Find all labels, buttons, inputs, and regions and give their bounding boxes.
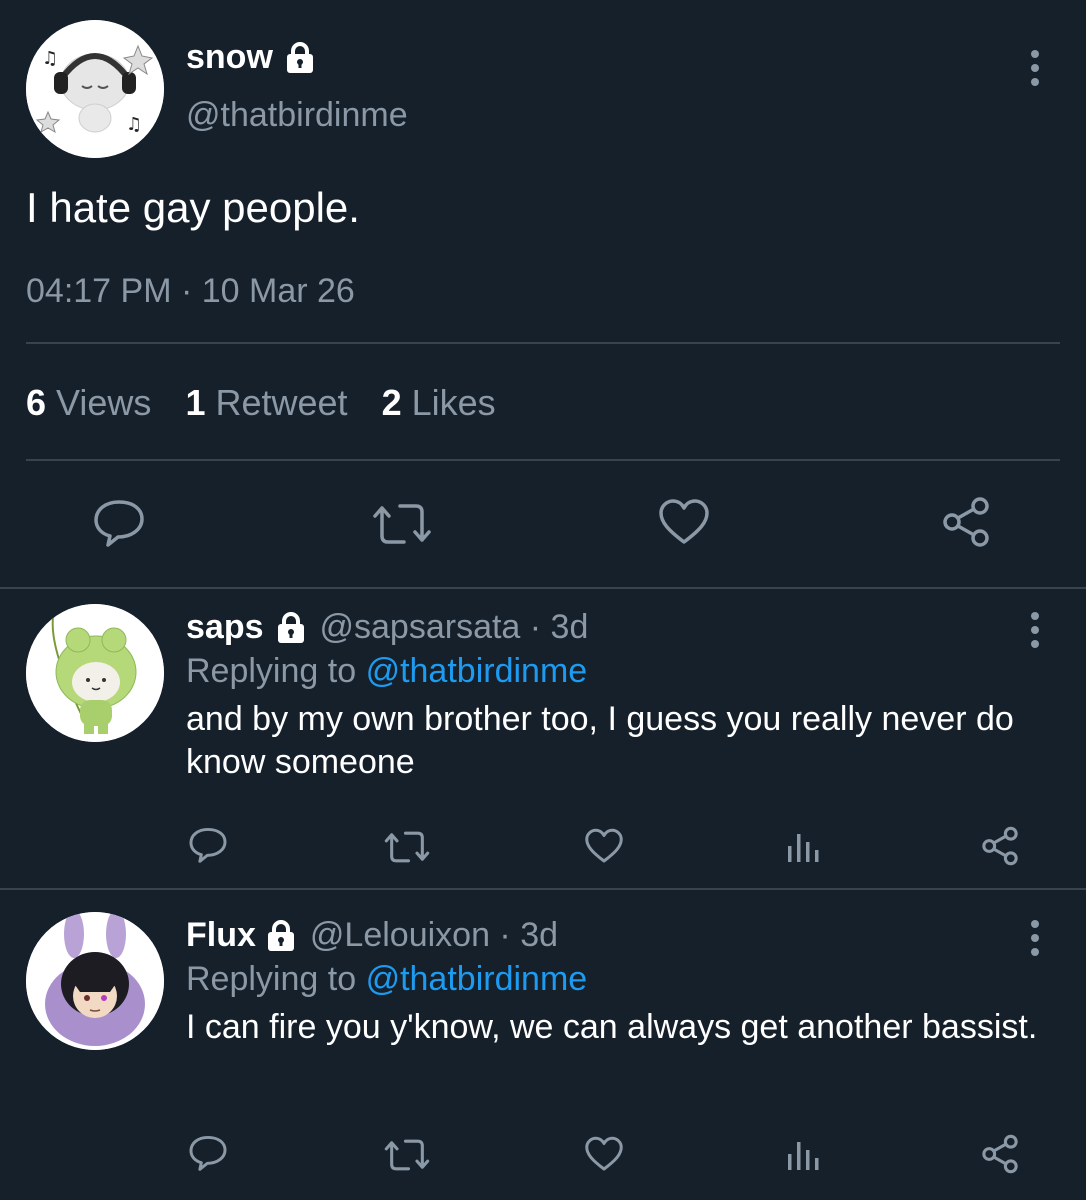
likes-stat[interactable]: 2 Likes	[382, 382, 496, 424]
avatar-image	[26, 912, 164, 1050]
like-icon[interactable]	[584, 1136, 624, 1177]
replying-prefix: Replying to	[186, 652, 357, 690]
retweet-icon[interactable]	[384, 1138, 430, 1177]
avatar-image	[26, 604, 164, 742]
lock-icon	[283, 41, 317, 75]
replying-to: Replying to @thatbirdinme	[186, 960, 587, 999]
avatar[interactable]	[26, 912, 164, 1050]
author-row: snow	[186, 38, 317, 77]
reply-icon[interactable]	[92, 498, 146, 553]
svg-text:♫: ♫	[126, 114, 142, 135]
tweet-timestamp[interactable]: 04:17 PM · 10 Mar 26	[26, 272, 355, 311]
share-icon[interactable]	[980, 1134, 1020, 1179]
author-name[interactable]: snow	[186, 38, 273, 77]
author-handle-time[interactable]: @Lelouixon · 3d	[310, 916, 558, 955]
retweets-stat[interactable]: 1 Retweet	[185, 382, 347, 424]
tweet-text: I hate gay people.	[26, 184, 360, 231]
author-name[interactable]: Flux	[186, 916, 256, 955]
replying-handle-link[interactable]: @thatbirdinme	[366, 960, 588, 998]
replying-to: Replying to @thatbirdinme	[186, 652, 587, 691]
retweet-icon[interactable]	[384, 830, 430, 869]
reply-header: saps @sapsarsata · 3d	[186, 608, 588, 647]
divider	[0, 888, 1086, 890]
more-icon[interactable]	[1028, 612, 1042, 648]
author-handle[interactable]: @thatbirdinme	[186, 96, 408, 135]
avatar-image: ♫ ♫	[26, 20, 164, 158]
views-stat[interactable]: 6 Views	[26, 382, 151, 424]
reply-icon[interactable]	[188, 1134, 228, 1177]
likes-count: 2	[381, 382, 402, 423]
lock-icon	[274, 611, 308, 645]
avatar[interactable]: ♫ ♫	[26, 20, 164, 158]
divider	[26, 459, 1060, 461]
author-handle-time[interactable]: @sapsarsata · 3d	[320, 608, 589, 647]
tweet-actions	[0, 490, 1086, 560]
replying-prefix: Replying to	[186, 960, 357, 998]
more-icon[interactable]	[1028, 50, 1042, 86]
reply-text: and by my own brother too, I guess you r…	[186, 700, 1014, 781]
analytics-icon[interactable]	[786, 830, 820, 869]
share-icon[interactable]	[940, 496, 992, 553]
views-count: 6	[26, 382, 47, 423]
reply-header: Flux @Lelouixon · 3d	[186, 916, 558, 955]
reply-actions	[0, 1120, 1086, 1174]
retweets-count: 1	[185, 382, 206, 423]
divider	[0, 587, 1086, 589]
replying-handle-link[interactable]: @thatbirdinme	[366, 652, 588, 690]
retweet-icon[interactable]	[372, 502, 432, 551]
like-icon[interactable]	[584, 828, 624, 869]
reply-actions	[0, 812, 1086, 866]
share-icon[interactable]	[980, 826, 1020, 871]
retweets-label: Retweet	[215, 382, 348, 423]
main-tweet: ♫ ♫ snow @thatbirdinme I hate gay people…	[0, 0, 1086, 588]
views-label: Views	[56, 382, 152, 423]
divider	[26, 342, 1060, 344]
likes-label: Likes	[411, 382, 496, 423]
svg-text:♫: ♫	[42, 48, 58, 69]
author-name[interactable]: saps	[186, 608, 264, 647]
tweet-stats: 6 Views 1 Retweet 2 Likes	[26, 382, 496, 424]
analytics-icon[interactable]	[786, 1138, 820, 1177]
reply-tweet[interactable]: Flux @Lelouixon · 3d Replying to @thatbi…	[0, 898, 1086, 1200]
like-icon[interactable]	[658, 498, 710, 551]
lock-icon	[264, 919, 298, 953]
more-icon[interactable]	[1028, 920, 1042, 956]
reply-text: I can fire you y'know, we can always get…	[186, 1008, 1038, 1046]
avatar[interactable]	[26, 604, 164, 742]
reply-tweet[interactable]: saps @sapsarsata · 3d Replying to @thatb…	[0, 590, 1086, 888]
reply-icon[interactable]	[188, 826, 228, 869]
tweet-thread: ♫ ♫ snow @thatbirdinme I hate gay people…	[0, 0, 1086, 1200]
